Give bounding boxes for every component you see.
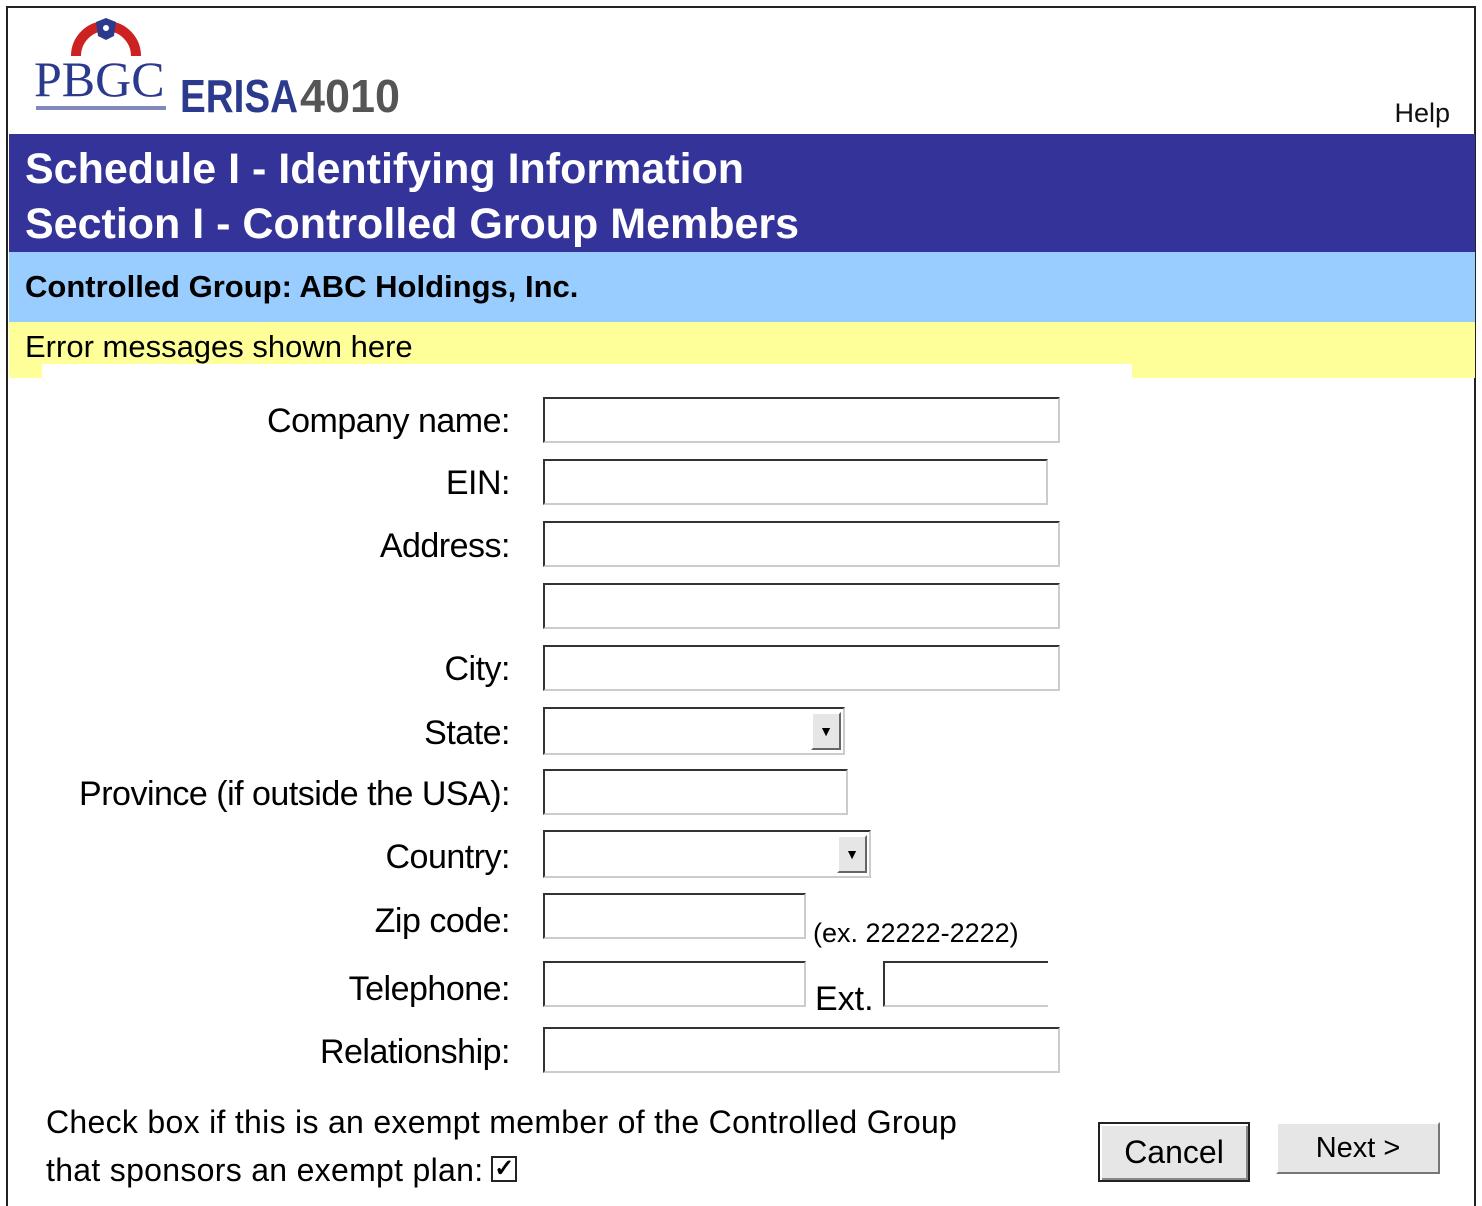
help-link[interactable]: Help (1394, 98, 1450, 129)
province-input[interactable] (543, 769, 848, 815)
error-bar-cover (42, 364, 1132, 380)
address-line2-input[interactable] (543, 583, 1060, 629)
city-label: City: (444, 650, 511, 688)
address-line1-input[interactable] (543, 521, 1060, 567)
exempt-member-prompt: Check box if this is an exempt member of… (46, 1098, 957, 1194)
zip-code-label: Zip code: (374, 902, 511, 940)
ein-input[interactable] (543, 459, 1048, 505)
telephone-input[interactable] (543, 961, 806, 1007)
relationship-label: Relationship: (319, 1033, 511, 1071)
country-label: Country: (385, 838, 511, 876)
state-select[interactable]: ▼ (543, 707, 845, 755)
pbgc-erisa-logo: PBGC ERISA 4010 (34, 18, 414, 122)
erisa-text: ERISA (180, 70, 298, 118)
telephone-ext-label: Ext. (815, 980, 874, 1018)
controlled-group-banner: Controlled Group: ABC Holdings, Inc. (9, 252, 1475, 322)
exempt-prompt-line1: Check box if this is an exempt member of… (46, 1104, 958, 1140)
exempt-prompt-line2-text: that sponsors an exempt plan: (46, 1152, 484, 1188)
next-button[interactable]: Next > (1276, 1122, 1440, 1174)
erisa-number: 4010 (300, 70, 400, 118)
pbgc-logo-text: PBGC (34, 51, 165, 107)
page-title: Schedule I - Identifying Information (25, 145, 745, 193)
telephone-label: Telephone: (348, 970, 511, 1008)
telephone-ext-input[interactable] (883, 961, 1048, 1007)
province-label: Province (if outside the USA): (79, 775, 510, 813)
chevron-down-icon[interactable]: ▼ (811, 712, 841, 750)
exempt-prompt-line2: that sponsors an exempt plan: ✓ (46, 1146, 957, 1194)
exempt-member-checkbox[interactable]: ✓ (491, 1155, 518, 1182)
company-name-label: Company name: (267, 402, 510, 440)
city-input[interactable] (543, 645, 1060, 691)
zip-code-hint: (ex. 22222-2222) (813, 918, 1019, 948)
page-subtitle: Section I - Controlled Group Members (25, 200, 800, 248)
relationship-input[interactable] (543, 1027, 1060, 1073)
company-name-input[interactable] (543, 397, 1060, 443)
zip-code-input[interactable] (543, 893, 806, 939)
ein-label: EIN: (445, 464, 511, 502)
page-title-bar: Schedule I - Identifying Information Sec… (9, 134, 1475, 252)
chevron-down-icon[interactable]: ▼ (837, 835, 867, 873)
state-label: State: (424, 714, 510, 752)
country-select[interactable]: ▼ (543, 830, 871, 878)
cancel-button[interactable]: Cancel (1098, 1122, 1250, 1182)
address-label: Address: (379, 527, 511, 565)
